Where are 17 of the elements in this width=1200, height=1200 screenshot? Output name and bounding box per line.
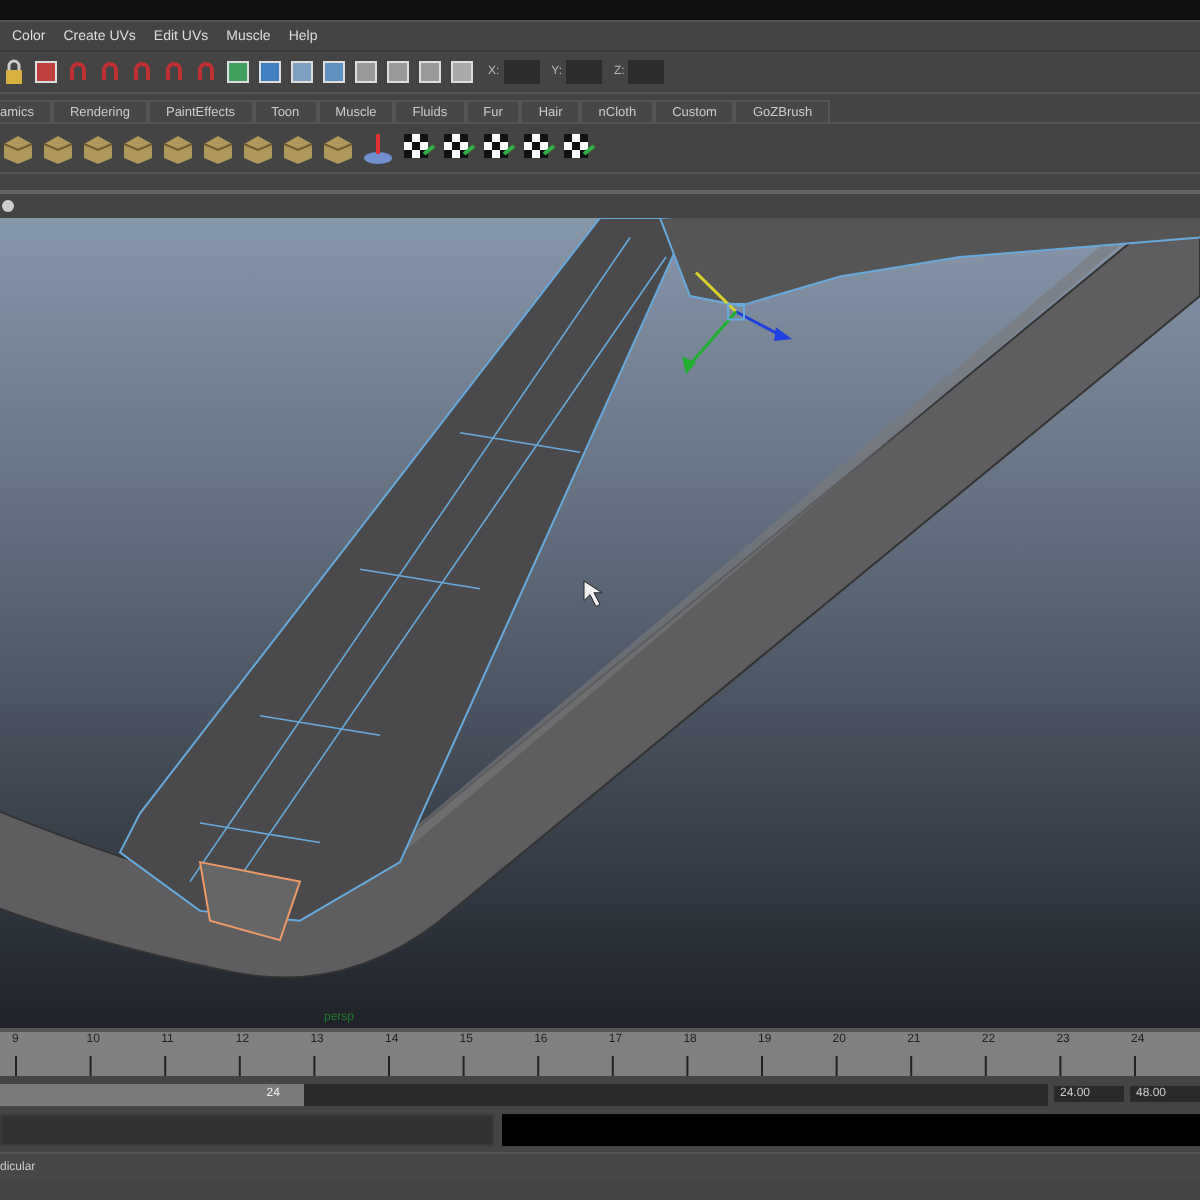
box-icon[interactable]	[280, 130, 316, 166]
box-icon[interactable]	[200, 130, 236, 166]
box-icon[interactable]	[80, 130, 116, 166]
coordinate-field[interactable]	[566, 60, 603, 84]
gear-icon[interactable]	[0, 196, 16, 216]
box-icon[interactable]	[120, 130, 156, 166]
lock-icon[interactable]	[0, 58, 28, 86]
box-icon[interactable]	[40, 130, 76, 166]
cursor-icon	[583, 580, 603, 607]
box-icon[interactable]	[320, 130, 356, 166]
box-icon[interactable]	[240, 130, 276, 166]
selection-icon[interactable]	[32, 58, 60, 86]
coordinate-field[interactable]	[503, 60, 540, 84]
box-icon[interactable]	[160, 130, 196, 166]
coordinate-field[interactable]	[628, 60, 665, 84]
box-icon[interactable]	[0, 130, 36, 166]
move-manipulator-icon[interactable]	[682, 271, 792, 375]
